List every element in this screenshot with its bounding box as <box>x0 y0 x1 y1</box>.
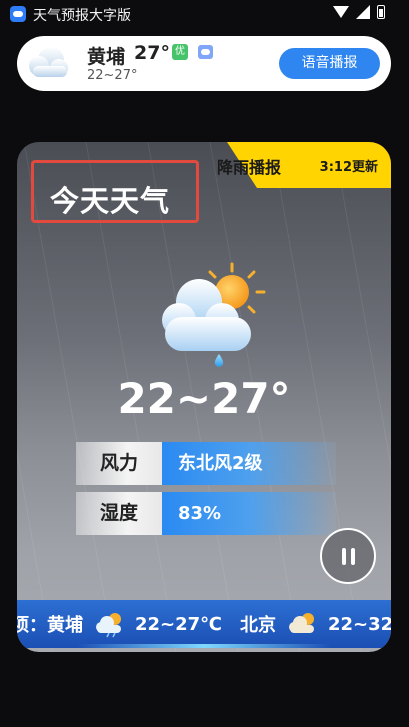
ticker-prefix: 项： <box>17 615 47 636</box>
ticker-range: 22~27℃ <box>135 613 222 635</box>
update-time: 3:12更新 <box>319 160 378 175</box>
ticker-city: 黄埔 <box>47 615 83 636</box>
ticker-item[interactable]: 北京 22~32 <box>240 610 391 638</box>
app-icon <box>10 6 26 22</box>
humidity-value: 83% <box>162 492 336 535</box>
signal-icon <box>356 5 370 19</box>
city-ticker[interactable]: 项： 黄埔 22~27℃ 北京 22~32 <box>17 600 391 648</box>
status-bar: 天气预报大字版 <box>0 0 409 28</box>
page-title: 今天天气 <box>50 184 171 218</box>
humidity-row: 湿度 83% <box>76 492 336 535</box>
temperature-range: 22~27° <box>117 374 291 423</box>
cloud-icon <box>29 47 68 77</box>
cloud-rain-sun-icon <box>96 613 121 638</box>
voice-broadcast-button[interactable]: 语音播报 <box>279 48 380 79</box>
weather-mini-icon <box>198 45 213 59</box>
wifi-icon <box>333 6 349 18</box>
aqi-badge: 优 <box>172 44 188 60</box>
ticker-range: 22~32 <box>327 613 391 635</box>
status-app-title: 天气预报大字版 <box>33 8 131 24</box>
cloud-sun-rain-icon <box>162 262 266 367</box>
ticker-glow <box>77 644 331 648</box>
ticker-track: 项： 黄埔 22~27℃ 北京 22~32 <box>17 600 391 648</box>
humidity-label: 湿度 <box>76 492 162 535</box>
system-icons <box>333 5 385 19</box>
location-temp-range: 22~27° <box>87 68 138 83</box>
wind-value: 东北风2级 <box>162 442 336 485</box>
pause-button[interactable] <box>320 528 376 584</box>
rain-broadcast-label[interactable]: 降雨播报 <box>217 154 281 178</box>
ticker-item[interactable]: 项： 黄埔 22~27℃ <box>17 610 222 638</box>
ticker-city: 北京 <box>239 615 276 636</box>
location-city: 黄埔 <box>87 46 126 68</box>
location-card[interactable]: 黄埔 27° 优 22~27° 语音播报 <box>17 36 391 91</box>
cloud-sun-icon <box>288 613 314 633</box>
wind-row: 风力 东北风2级 <box>76 442 336 485</box>
wind-label: 风力 <box>76 442 162 485</box>
location-temp: 27° <box>134 42 170 64</box>
today-weather-card: 降雨播报 3:12更新 今天天气 22~27° 风力 东北风2级 湿度 83% … <box>17 142 391 652</box>
battery-icon <box>377 5 385 19</box>
